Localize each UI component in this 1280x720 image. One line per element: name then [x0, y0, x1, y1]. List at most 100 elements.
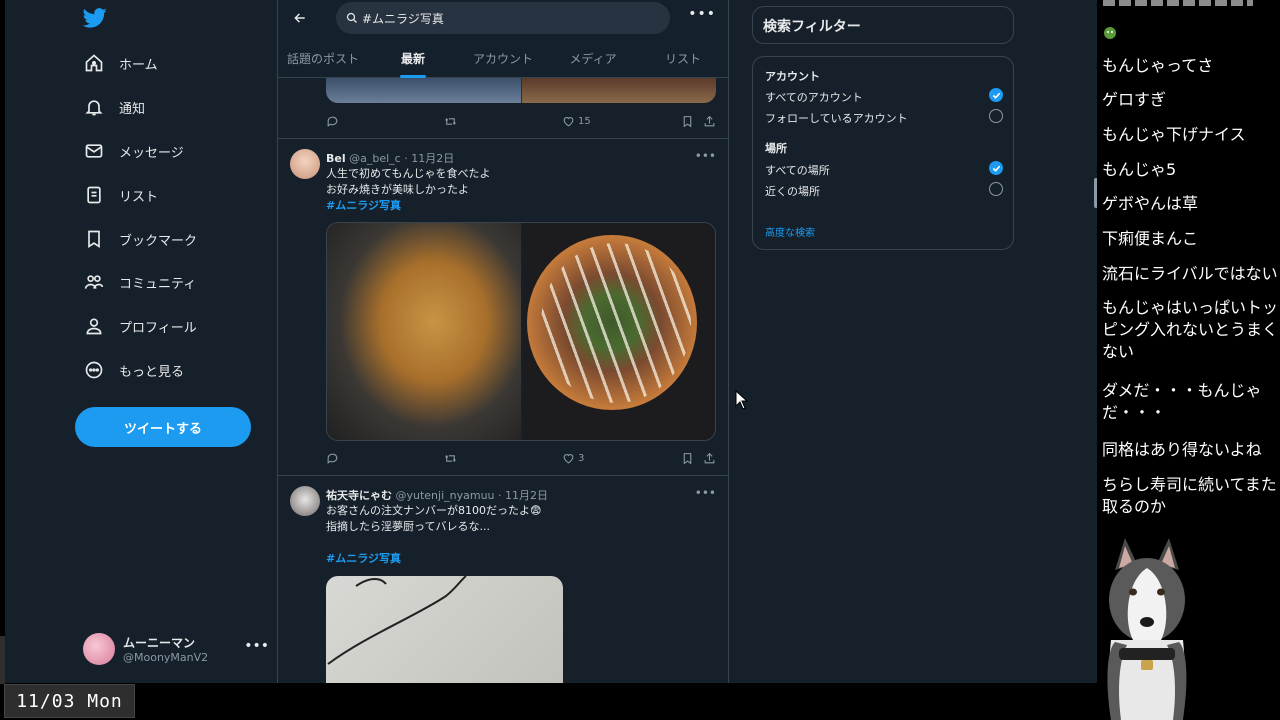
twitter-window: ホーム 通知 メッセージ リスト ブックマーク コミュニティ プロフィール もっ… — [5, 0, 1097, 683]
nav-profile[interactable]: プロフィール — [83, 312, 197, 340]
filter-nearby-places[interactable]: 近くの場所 — [765, 182, 1003, 199]
hashtag-link[interactable]: #ムニラジ写真 — [326, 551, 541, 567]
nav-lists[interactable]: リスト — [83, 181, 158, 209]
tweet-image[interactable] — [327, 223, 521, 440]
retweet-icon[interactable] — [444, 452, 460, 465]
tweet-line: お好み焼きが美味しかったよ — [326, 183, 469, 196]
like-button[interactable]: 15 — [562, 115, 591, 128]
chat-partial-line — [1103, 0, 1253, 6]
more-icon[interactable]: ••• — [695, 486, 716, 500]
author-name[interactable]: Bel — [326, 152, 346, 165]
filter-following-accounts[interactable]: フォローしているアカウント — [765, 109, 1003, 126]
more-icon[interactable]: ••• — [688, 6, 716, 22]
nav-label: ホーム — [119, 57, 158, 73]
tweet-date[interactable]: 11月2日 — [505, 489, 548, 502]
share-icon[interactable] — [703, 452, 719, 465]
heart-icon — [563, 117, 574, 127]
nav-label: コミュニティ — [119, 276, 197, 292]
list-icon — [83, 184, 105, 206]
tab-media[interactable]: メディア — [548, 40, 638, 78]
tweet[interactable]: 祐天寺にゃむ @yutenji_nyamuu · 11月2日 ••• お客さんの… — [278, 476, 728, 683]
chat-message: もんじゃってさ — [1102, 56, 1214, 75]
bookmark-icon[interactable] — [681, 115, 697, 128]
emoji-icon — [1104, 27, 1116, 39]
search-header: ••• 話題のポスト 最新 アカウント メディア リスト — [278, 0, 728, 78]
author-name[interactable]: 祐天寺にゃむ — [326, 489, 392, 502]
nav-notifications[interactable]: 通知 — [83, 93, 145, 121]
chat-message: もんじゃ下げナイス — [1102, 125, 1246, 144]
stream-chat: もんじゃってさ ゲロすぎ もんじゃ下げナイス もんじゃ5 ゲボやんは草 下痢便ま… — [1097, 0, 1280, 720]
search-input[interactable] — [362, 11, 652, 25]
bookmark-icon[interactable] — [681, 452, 697, 465]
filter-all-places[interactable]: すべての場所 — [765, 161, 1003, 178]
advanced-search-link[interactable]: 高度な検索 — [765, 224, 815, 239]
filter-label: 近くの場所 — [765, 185, 820, 198]
chat-message: もんじゃ5 — [1102, 160, 1177, 179]
retweet-icon[interactable] — [444, 115, 460, 128]
nav-more[interactable]: もっと見る — [83, 356, 184, 384]
tab-latest[interactable]: 最新 — [368, 40, 458, 78]
sidebar-nav: ホーム 通知 メッセージ リスト ブックマーク コミュニティ プロフィール もっ… — [5, 0, 277, 683]
chat-message: 下痢便まんこ — [1102, 229, 1199, 248]
date-overlay: 11/03 Mon — [4, 684, 135, 718]
search-bar[interactable] — [336, 2, 670, 34]
nav-label: リスト — [119, 189, 159, 205]
search-icon — [346, 12, 357, 23]
nav-home[interactable]: ホーム — [83, 49, 158, 77]
nav-messages[interactable]: メッセージ — [83, 137, 184, 165]
tweet-line: 人生で初めてもんじゃを食べたよ — [326, 167, 491, 180]
avatar[interactable] — [290, 486, 320, 516]
chat-message: ゲボやんは草 — [1102, 194, 1199, 213]
heart-icon — [563, 454, 574, 464]
nav-communities[interactable]: コミュニティ — [83, 268, 196, 296]
tweet-date[interactable]: 11月2日 — [411, 152, 454, 165]
bell-icon — [83, 96, 105, 118]
reply-icon[interactable] — [326, 115, 342, 128]
hashtag-link[interactable]: #ムニラジ写真 — [326, 198, 490, 214]
share-icon[interactable] — [703, 115, 719, 128]
radio-checked-icon[interactable] — [989, 88, 1003, 102]
tweet-actions: 3 — [326, 452, 716, 472]
tab-accounts[interactable]: アカウント — [458, 40, 548, 78]
tweet[interactable]: Bel @a_bel_c · 11月2日 ••• 人生で初めてもんじゃを食べたよ… — [278, 139, 728, 476]
tweet-actions: 15 — [326, 115, 716, 135]
scrollbar[interactable] — [1090, 0, 1097, 683]
tweet-image[interactable] — [326, 576, 563, 683]
community-icon — [83, 271, 105, 293]
account-switcher[interactable]: ムーニーマン @MoonyManV2 ••• — [83, 632, 273, 666]
tweet-image[interactable] — [523, 223, 715, 440]
filter-all-accounts[interactable]: すべてのアカウント — [765, 88, 1003, 105]
nav-label: 通知 — [119, 101, 146, 117]
filter-heading-place: 場所 — [765, 142, 787, 155]
chat-message: ちらし寿司に続いてまた取るのか — [1102, 475, 1277, 516]
tweet-line: 指摘したら淫夢厨ってバレるな... — [326, 520, 490, 533]
nav-label: ブックマーク — [119, 233, 198, 249]
more-icon[interactable]: ••• — [695, 149, 716, 163]
like-button[interactable]: 3 — [562, 452, 584, 465]
avatar[interactable] — [290, 149, 320, 179]
tweet-button[interactable]: ツイートする — [75, 407, 251, 447]
radio-checked-icon[interactable] — [989, 161, 1003, 175]
nav-label: プロフィール — [119, 320, 197, 336]
bookmark-icon — [83, 228, 105, 250]
radio-unchecked-icon[interactable] — [989, 109, 1003, 123]
author-handle: @a_bel_c — [349, 152, 401, 165]
mouse-cursor-icon — [735, 390, 749, 410]
more-icon[interactable]: ••• — [244, 638, 269, 654]
filter-panel: アカウント すべてのアカウント フォローしているアカウント 場所 すべての場所 … — [752, 56, 1014, 250]
tab-lists[interactable]: リスト — [638, 40, 728, 78]
tab-top[interactable]: 話題のポスト — [278, 40, 368, 78]
tweet-line: お客さんの注文ナンバーが8100だったよ😨 — [326, 504, 542, 517]
tweet-header: Bel @a_bel_c · 11月2日 — [326, 152, 455, 165]
reply-icon[interactable] — [326, 452, 342, 465]
tweet-media[interactable] — [326, 222, 716, 441]
nav-bookmarks[interactable]: ブックマーク — [83, 225, 197, 253]
back-arrow-icon[interactable] — [290, 8, 310, 28]
twitter-logo-icon[interactable] — [83, 8, 107, 28]
tweet-image[interactable] — [326, 78, 716, 103]
timeline: ••• 話題のポスト 最新 アカウント メディア リスト 15 — [278, 0, 728, 683]
chat-message: 同格はあり得ないよね — [1102, 440, 1262, 459]
tweet-text: 人生で初めてもんじゃを食べたよ お好み焼きが美味しかったよ #ムニラジ写真 — [326, 166, 490, 214]
radio-unchecked-icon[interactable] — [989, 182, 1003, 196]
divider — [728, 0, 729, 683]
